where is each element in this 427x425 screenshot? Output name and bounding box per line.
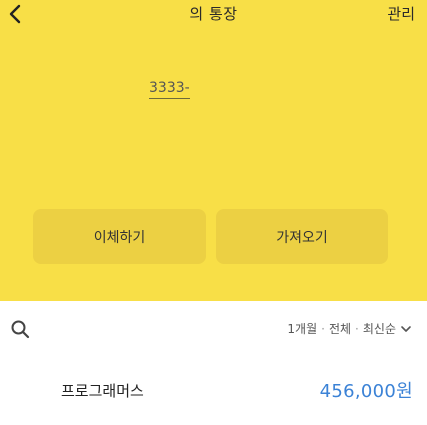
filter-separator: · <box>355 321 359 336</box>
page-title: 의 통장 <box>189 5 238 23</box>
account-header-panel: 의 통장 관리 3333- 이체하기 가져오기 <box>0 0 427 301</box>
transaction-row[interactable]: 프로그래머스 456,000원 <box>0 356 427 425</box>
filter-bar: 1개월 · 전체 · 최신순 <box>0 301 427 357</box>
chevron-down-icon <box>401 325 411 332</box>
filter-order: 최신순 <box>362 322 396 336</box>
fetch-button[interactable]: 가져오기 <box>216 209 388 264</box>
account-number[interactable]: 3333- <box>149 80 190 99</box>
search-button[interactable] <box>10 319 30 339</box>
filter-dropdown[interactable]: 1개월 · 전체 · 최신순 <box>287 320 412 337</box>
search-icon <box>11 320 30 339</box>
filter-period: 1개월 <box>287 322 318 336</box>
transaction-amount: 456,000원 <box>319 381 413 402</box>
filter-separator: · <box>321 321 325 336</box>
manage-button[interactable]: 관리 <box>387 3 415 24</box>
filter-type: 전체 <box>328 322 352 336</box>
transaction-name: 프로그래머스 <box>61 382 144 400</box>
account-page: 의 통장 관리 3333- 이체하기 가져오기 1개월 · 전체 · 최신순 프… <box>0 0 427 425</box>
transfer-button[interactable]: 이체하기 <box>33 209 206 264</box>
